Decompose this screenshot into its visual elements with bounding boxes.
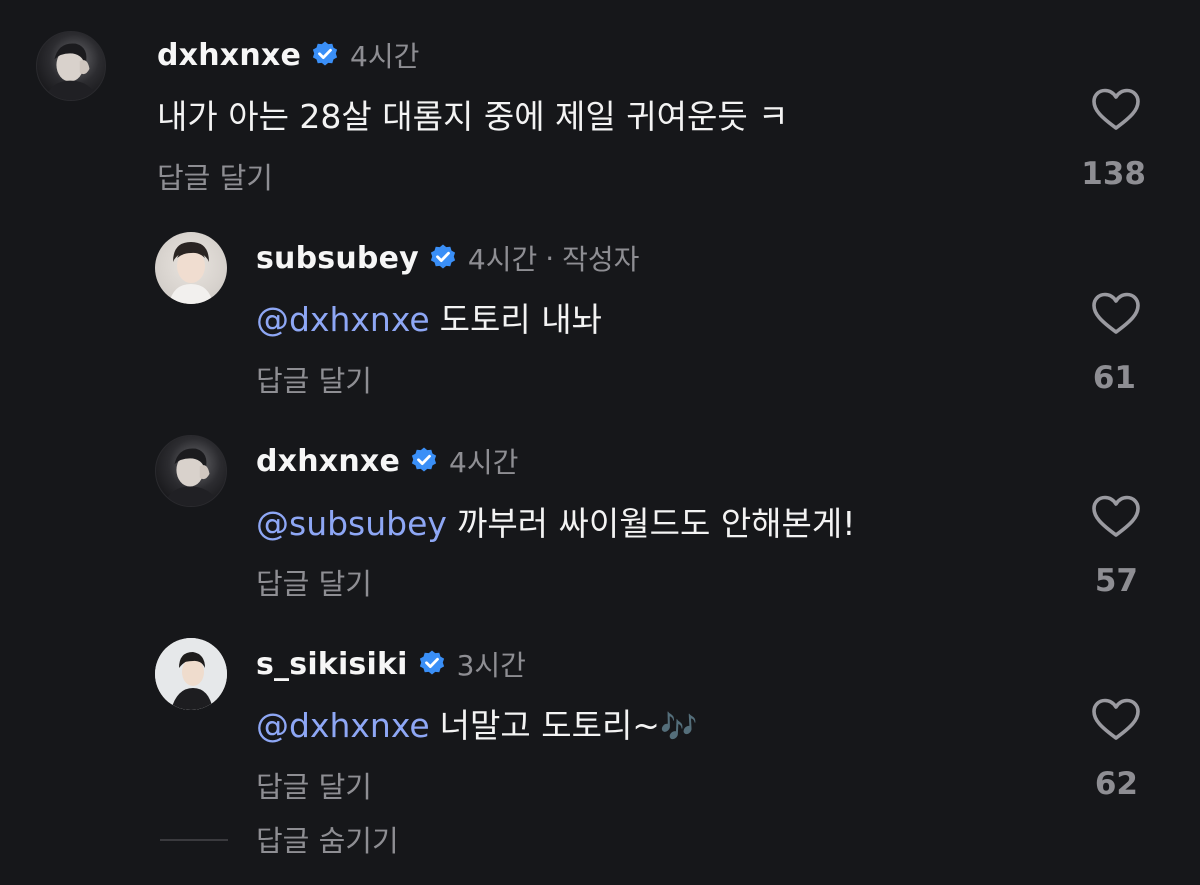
comment-header: dxhxnxe 4시간: [157, 35, 419, 75]
comment-text: 내가 아는 28살 대롬지 중에 제일 귀여운듯 ㅋ: [157, 90, 789, 138]
comment-header: subsubey 4시간 · 작성자: [256, 238, 639, 278]
like-count: 61: [1092, 360, 1136, 396]
separator-dot: ·: [545, 241, 555, 275]
comment-body: 내가 아는 28살 대롬지 중에 제일 귀여운듯 ㅋ: [157, 97, 789, 136]
hide-replies-divider: [160, 839, 228, 841]
timestamp: 4시간: [350, 40, 420, 73]
comment-header: s_sikisiki 3시간: [256, 644, 526, 684]
avatar[interactable]: [155, 638, 227, 710]
reply-button[interactable]: 답글 달기: [256, 561, 372, 603]
avatar-photo: [169, 242, 213, 304]
heart-outline-icon[interactable]: [1091, 698, 1141, 742]
comment-text: @dxhxnxe 너말고 도토리~🎶: [256, 699, 697, 747]
timestamp: 4시간: [467, 243, 538, 276]
avatar[interactable]: [36, 31, 106, 101]
author-tag: 작성자: [562, 243, 640, 276]
comment-text: @subsubey 까부러 싸이월드도 안해본게!: [256, 497, 855, 545]
like-count: 138: [1081, 156, 1146, 192]
like-count: 62: [1094, 766, 1138, 802]
heart-outline-icon[interactable]: [1091, 88, 1141, 132]
avatar-photo: [163, 448, 219, 506]
comment-header: dxhxnxe 4시간: [256, 441, 518, 481]
avatar-photo: [155, 638, 227, 710]
comment-text: @dxhxnxe 도토리 내놔: [256, 293, 602, 341]
username[interactable]: dxhxnxe: [157, 38, 301, 73]
like-count: 57: [1094, 563, 1138, 599]
verified-badge-icon: [310, 40, 340, 70]
reply-button[interactable]: 답글 달기: [256, 358, 372, 400]
comment-body: 도토리 내놔: [439, 300, 602, 339]
verified-badge-icon: [428, 243, 458, 273]
verified-badge-icon: [409, 446, 439, 476]
heart-outline-icon[interactable]: [1091, 292, 1141, 336]
comment-body: 너말고 도토리~: [439, 706, 660, 745]
mention-link[interactable]: @dxhxnxe: [256, 706, 430, 745]
reply-button[interactable]: 답글 달기: [157, 155, 273, 197]
heart-outline-icon[interactable]: [1091, 495, 1141, 539]
hide-replies-button[interactable]: 답글 숨기기: [256, 818, 399, 860]
verified-badge-icon: [417, 649, 447, 679]
username[interactable]: s_sikisiki: [256, 647, 408, 682]
avatar[interactable]: [155, 435, 227, 507]
avatar-photo: [44, 43, 98, 100]
music-notes-emoji: 🎶: [659, 710, 698, 745]
avatar[interactable]: [155, 232, 227, 304]
timestamp: 4시간: [449, 446, 519, 479]
comment-thread: dxhxnxe 4시간 내가 아는 28살 대롬지 중에 제일 귀여운듯 ㅋ 답…: [0, 0, 1200, 885]
username[interactable]: dxhxnxe: [256, 444, 400, 479]
username[interactable]: subsubey: [256, 241, 419, 276]
timestamp: 3시간: [456, 649, 526, 682]
comment-body: 까부러 싸이월드도 안해본게!: [456, 504, 856, 543]
mention-link[interactable]: @dxhxnxe: [256, 300, 430, 339]
mention-link[interactable]: @subsubey: [256, 504, 447, 543]
reply-button[interactable]: 답글 달기: [256, 764, 372, 806]
